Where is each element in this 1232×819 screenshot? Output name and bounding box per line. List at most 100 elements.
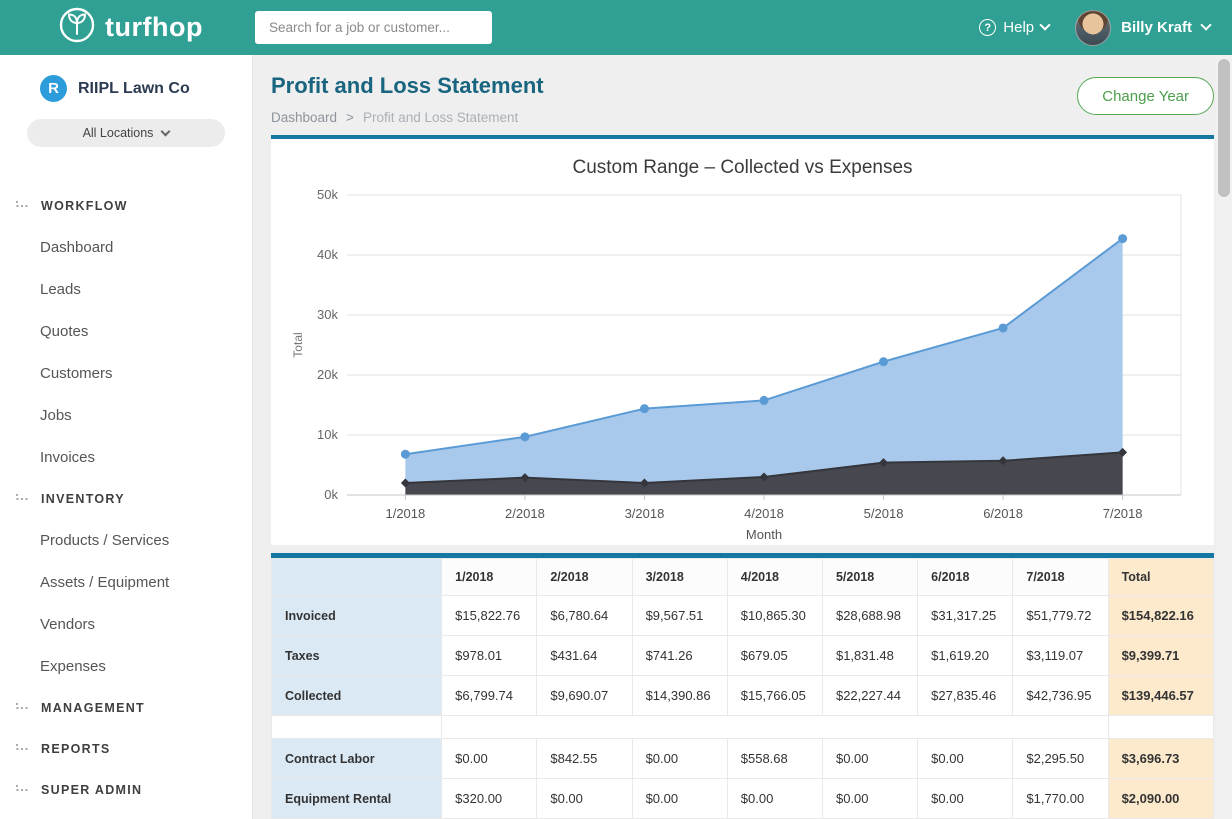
svg-text:1/2018: 1/2018 xyxy=(385,506,425,521)
cell-value: $558.68 xyxy=(727,739,822,779)
svg-text:5/2018: 5/2018 xyxy=(863,506,903,521)
cell-value: $2,295.50 xyxy=(1013,739,1108,779)
svg-text:3/2018: 3/2018 xyxy=(624,506,664,521)
col-header-3-2018: 3/2018 xyxy=(632,559,727,596)
svg-text:7/2018: 7/2018 xyxy=(1102,506,1142,521)
page-title: Profit and Loss Statement xyxy=(271,73,544,99)
locations-label: All Locations xyxy=(83,126,154,140)
col-header-4-2018: 4/2018 xyxy=(727,559,822,596)
change-year-button[interactable]: Change Year xyxy=(1077,77,1214,115)
sidebar-section-management[interactable]: MANAGEMENT xyxy=(0,687,252,728)
turfhop-logo[interactable]: turfhop xyxy=(58,6,253,49)
table-row-invoiced: Invoiced$15,822.76$6,780.64$9,567.51$10,… xyxy=(272,596,1214,636)
col-header-label xyxy=(272,559,442,596)
cell-value: $0.00 xyxy=(822,779,917,819)
row-total: $9,399.71 xyxy=(1108,636,1213,676)
svg-text:Month: Month xyxy=(745,527,781,542)
cell-value: $0.00 xyxy=(632,779,727,819)
col-header-2-2018: 2/2018 xyxy=(537,559,632,596)
scrollbar-thumb[interactable] xyxy=(1218,59,1230,197)
locations-dropdown[interactable]: All Locations xyxy=(27,119,225,147)
vertical-scrollbar[interactable] xyxy=(1216,55,1232,819)
chart-card: Custom Range – Collected vs Expenses 0k 1… xyxy=(271,135,1214,545)
table-header-row: 1/20182/20183/20184/20185/20186/20187/20… xyxy=(272,559,1214,596)
sidebar-section-super-admin[interactable]: SUPER ADMIN xyxy=(0,769,252,810)
turfhop-logo-icon xyxy=(58,6,96,49)
pl-chart: 0k10k20k30k40k50k1/20182/20183/20184/201… xyxy=(271,183,1214,551)
row-total: $139,446.57 xyxy=(1108,676,1213,716)
table-row-equipment-rental: Equipment Rental$320.00$0.00$0.00$0.00$0… xyxy=(272,779,1214,819)
sidebar-section-reports[interactable]: REPORTS xyxy=(0,728,252,769)
cell-value: $51,779.72 xyxy=(1013,596,1108,636)
cell-value: $741.26 xyxy=(632,636,727,676)
table-row-contract-labor: Contract Labor$0.00$842.55$0.00$558.68$0… xyxy=(272,739,1214,779)
topbar: turfhop ? Help Billy Kraft xyxy=(0,0,1232,55)
col-header-5-2018: 5/2018 xyxy=(822,559,917,596)
cell-value: $1,831.48 xyxy=(822,636,917,676)
cell-value: $9,690.07 xyxy=(537,676,632,716)
col-header-6-2018: 6/2018 xyxy=(918,559,1013,596)
help-label: Help xyxy=(1003,19,1034,36)
logo-text: turfhop xyxy=(105,12,203,43)
sidebar: R RIIPL Lawn Co All Locations WORKFLOWDa… xyxy=(0,55,253,819)
cell-value: $31,317.25 xyxy=(918,596,1013,636)
user-menu[interactable]: Billy Kraft xyxy=(1075,10,1210,46)
svg-text:20k: 20k xyxy=(317,367,338,382)
user-avatar xyxy=(1075,10,1111,46)
branch-icon xyxy=(15,743,32,755)
main-content: Profit and Loss Statement Dashboard > Pr… xyxy=(253,55,1232,819)
sidebar-item-vendors[interactable]: Vendors xyxy=(0,603,252,645)
cell-value: $0.00 xyxy=(918,739,1013,779)
cell-value: $0.00 xyxy=(442,739,537,779)
pl-table-holder: 1/20182/20183/20184/20185/20186/20187/20… xyxy=(271,558,1214,819)
branch-icon xyxy=(15,200,32,212)
cell-value: $978.01 xyxy=(442,636,537,676)
cell-value: $0.00 xyxy=(537,779,632,819)
sidebar-item-expenses[interactable]: Expenses xyxy=(0,645,252,687)
svg-text:10k: 10k xyxy=(317,427,338,442)
svg-text:50k: 50k xyxy=(317,187,338,202)
sidebar-item-products-services[interactable]: Products / Services xyxy=(0,519,252,561)
branch-icon xyxy=(15,702,32,714)
sidebar-item-customers[interactable]: Customers xyxy=(0,352,252,394)
chevron-down-icon xyxy=(1039,19,1050,30)
sidebar-section-workflow[interactable]: WORKFLOW xyxy=(0,185,252,226)
cell-value: $15,766.05 xyxy=(727,676,822,716)
branch-icon xyxy=(15,784,32,796)
sidebar-nav: WORKFLOWDashboardLeadsQuotesCustomersJob… xyxy=(0,185,252,810)
cell-value: $1,770.00 xyxy=(1013,779,1108,819)
cell-value: $14,390.86 xyxy=(632,676,727,716)
svg-text:40k: 40k xyxy=(317,247,338,262)
sidebar-item-quotes[interactable]: Quotes xyxy=(0,310,252,352)
row-total: $3,696.73 xyxy=(1108,739,1213,779)
cell-value: $1,619.20 xyxy=(918,636,1013,676)
chevron-down-icon xyxy=(1200,19,1211,30)
row-total: $154,822.16 xyxy=(1108,596,1213,636)
chart-title: Custom Range – Collected vs Expenses xyxy=(271,157,1214,179)
branch-icon xyxy=(15,493,32,505)
breadcrumb-current: Profit and Loss Statement xyxy=(363,110,518,125)
sidebar-section-inventory[interactable]: INVENTORY xyxy=(0,478,252,519)
help-menu[interactable]: ? Help xyxy=(979,19,1049,36)
col-header-1-2018: 1/2018 xyxy=(442,559,537,596)
sidebar-item-assets-equipment[interactable]: Assets / Equipment xyxy=(0,561,252,603)
pl-table: 1/20182/20183/20184/20185/20186/20187/20… xyxy=(271,558,1214,819)
search-input[interactable] xyxy=(255,11,492,44)
cell-value: $22,227.44 xyxy=(822,676,917,716)
sidebar-item-dashboard[interactable]: Dashboard xyxy=(0,226,252,268)
pl-chart-svg: 0k10k20k30k40k50k1/20182/20183/20184/201… xyxy=(289,183,1197,551)
breadcrumb-dashboard[interactable]: Dashboard xyxy=(271,110,337,125)
cell-value: $10,865.30 xyxy=(727,596,822,636)
cell-value: $0.00 xyxy=(632,739,727,779)
company-badge: R xyxy=(40,75,67,102)
cell-value: $9,567.51 xyxy=(632,596,727,636)
company-header[interactable]: R RIIPL Lawn Co xyxy=(40,75,252,102)
sidebar-item-invoices[interactable]: Invoices xyxy=(0,436,252,478)
sidebar-item-leads[interactable]: Leads xyxy=(0,268,252,310)
user-name: Billy Kraft xyxy=(1121,19,1192,36)
cell-value: $28,688.98 xyxy=(822,596,917,636)
row-label: Taxes xyxy=(272,636,442,676)
sidebar-item-jobs[interactable]: Jobs xyxy=(0,394,252,436)
svg-text:0k: 0k xyxy=(324,487,338,502)
cell-value: $431.64 xyxy=(537,636,632,676)
